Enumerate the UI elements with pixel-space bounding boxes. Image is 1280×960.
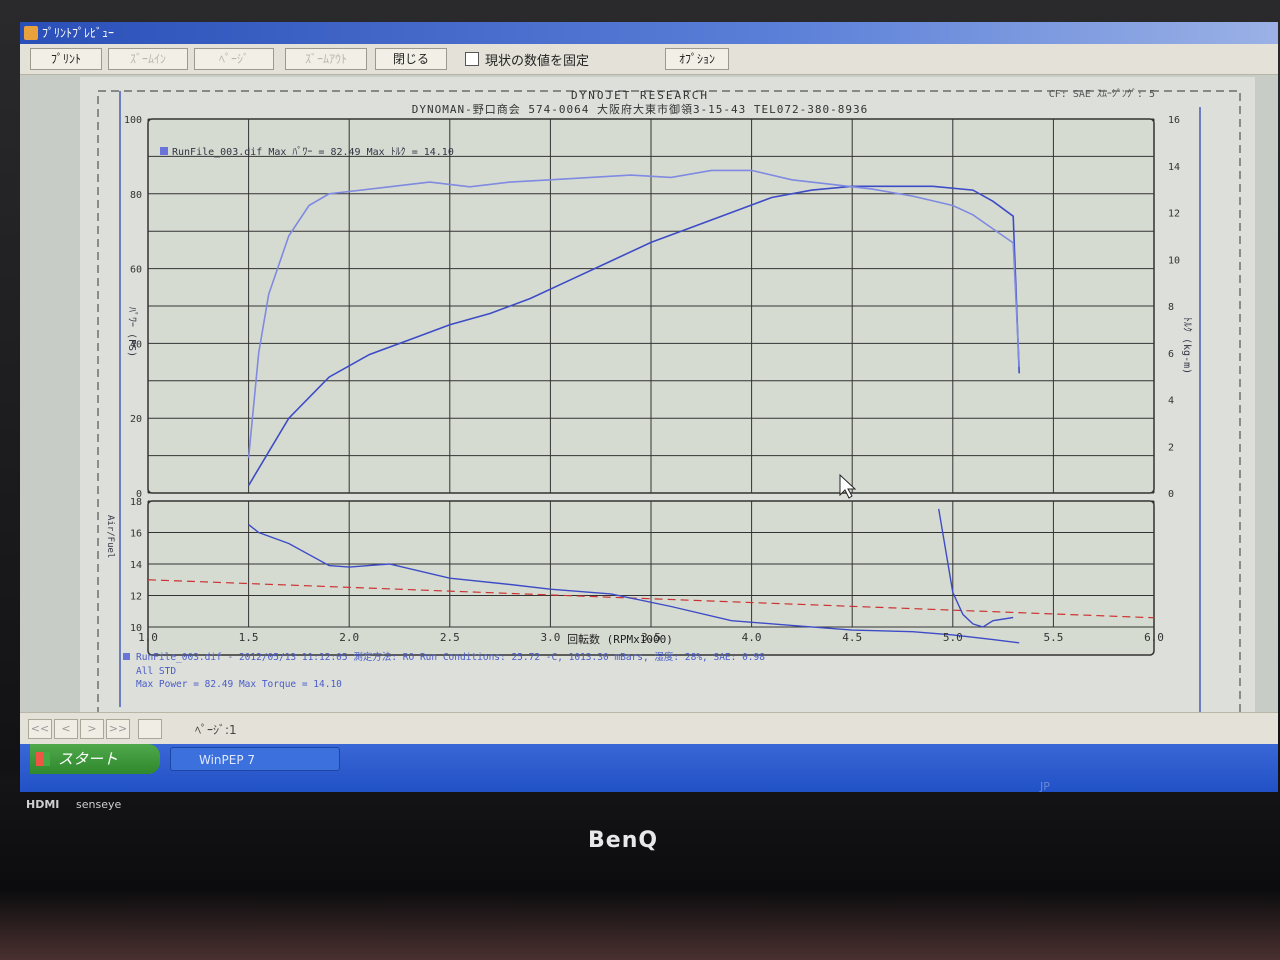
torque-tick-label: 12 xyxy=(1168,209,1180,220)
print-preview-area: DYNOJET RESEARCH DYNOMAN-野口商会 574-0064 大… xyxy=(20,75,1278,767)
rpm-tick-label: 2.5 xyxy=(440,631,460,644)
torque-tick-label: 14 xyxy=(1168,162,1180,173)
system-tray: JP xyxy=(1040,780,1050,793)
last-page-button[interactable]: >> xyxy=(106,719,130,739)
rpm-tick-label: 6.0 xyxy=(1144,631,1164,644)
screen: ﾌﾟﾘﾝﾄﾌﾟﾚﾋﾞｭｰ ﾌﾟﾘﾝﾄ ｽﾞｰﾑｲﾝ ﾍﾟｰｼﾞ ｽﾞｰﾑｱｳﾄ … xyxy=(20,22,1278,792)
torque-tick-label: 6 xyxy=(1168,349,1174,360)
rpm-tick-label: 5.0 xyxy=(943,631,963,644)
next-page-button[interactable]: > xyxy=(80,719,104,739)
start-button[interactable]: スタート xyxy=(30,744,160,774)
rpm-tick-label: 3.0 xyxy=(540,631,560,644)
power-tick-label: 60 xyxy=(130,265,142,276)
taskbar-item-winpep[interactable]: WinPEP 7 xyxy=(170,747,340,771)
torque-axis-label: ﾄﾙｸ (kg-m) xyxy=(1181,317,1193,374)
afr-tick-label: 18 xyxy=(130,497,142,508)
report-header-2: DYNOMAN-野口商会 574-0064 大阪府大東市御領3-15-43 TE… xyxy=(412,102,869,116)
windows-flag-icon xyxy=(36,752,50,766)
report-header-1: DYNOJET RESEARCH xyxy=(571,89,709,102)
print-button[interactable]: ﾌﾟﾘﾝﾄ xyxy=(30,48,102,70)
rpm-tick-label: 1.5 xyxy=(239,631,259,644)
pager-bar: << < > >> ﾍﾟｰｼﾞ:1 xyxy=(20,712,1278,745)
power-tick-label: 80 xyxy=(130,190,142,201)
senseye-logo: senseye xyxy=(76,798,122,811)
hdmi-logo: HDMI xyxy=(26,798,60,811)
afr-tick-label: 16 xyxy=(130,529,142,540)
page-button[interactable]: ﾍﾟｰｼﾞ xyxy=(194,48,274,70)
torque-tick-label: 2 xyxy=(1168,442,1174,453)
power-tick-label: 100 xyxy=(124,115,142,126)
rpm-axis-label: 回転数 (RPMx1000) xyxy=(567,633,673,646)
afr-axis-ticks: 1012141618 xyxy=(130,497,142,634)
zoom-out-button[interactable]: ｽﾞｰﾑｱｳﾄ xyxy=(285,48,367,70)
torque-tick-label: 16 xyxy=(1168,115,1180,126)
zoom-in-button[interactable]: ｽﾞｰﾑｲﾝ xyxy=(108,48,188,70)
fix-values-checkbox[interactable] xyxy=(465,52,479,66)
power-tick-label: 20 xyxy=(130,414,142,425)
footer-line-2: All STD xyxy=(136,666,176,677)
afr-axis-label: Air/Fuel xyxy=(105,515,115,558)
brand-logo: BenQ xyxy=(588,828,659,853)
start-label: スタート xyxy=(58,750,119,768)
afr-tick-label: 12 xyxy=(130,592,142,603)
option-button[interactable]: ｵﾌﾟｼｮﾝ xyxy=(665,48,729,70)
footer-line-3: Max Power = 82.49 Max Torque = 14.10 xyxy=(136,679,342,690)
first-page-button[interactable]: << xyxy=(28,719,52,739)
rpm-tick-label: 5.5 xyxy=(1043,631,1063,644)
afr-tick-label: 14 xyxy=(130,560,142,571)
title-bar: ﾌﾟﾘﾝﾄﾌﾟﾚﾋﾞｭｰ xyxy=(20,22,1278,44)
rpm-tick-label: 4.5 xyxy=(842,631,862,644)
torque-tick-label: 8 xyxy=(1168,302,1174,313)
chart-legend: RunFile_003.dif Max ﾊﾟﾜｰ = 82.49 Max ﾄﾙｸ… xyxy=(172,146,454,158)
footer-line-1: RunFile_003.dif - 2012/05/13 11:12:05 測定… xyxy=(136,651,765,663)
close-button[interactable]: 閉じる xyxy=(375,48,447,70)
window-title: ﾌﾟﾘﾝﾄﾌﾟﾚﾋﾞｭｰ xyxy=(42,26,115,40)
fix-values-label: 現状の数値を固定 xyxy=(485,54,590,69)
report-page: DYNOJET RESEARCH DYNOMAN-野口商会 574-0064 大… xyxy=(80,77,1255,767)
footer-swatch xyxy=(123,653,130,660)
report-corner: CF: SAE ｽﾑｰｼﾞﾝｸﾞ: 5 xyxy=(1049,88,1155,100)
dyno-chart: DYNOJET RESEARCH DYNOMAN-野口商会 574-0064 大… xyxy=(97,88,1241,757)
torque-tick-label: 10 xyxy=(1168,255,1180,266)
rpm-tick-label: 2.0 xyxy=(339,631,359,644)
torque-axis-ticks: 0 2 4 6 8 10 12 14 16 xyxy=(1168,115,1180,500)
toolbar: ﾌﾟﾘﾝﾄ ｽﾞｰﾑｲﾝ ﾍﾟｰｼﾞ ｽﾞｰﾑｱｳﾄ 閉じる 現状の数値を固定 … xyxy=(20,44,1278,75)
legend-swatch xyxy=(160,147,168,155)
monitor-bottom-bezel xyxy=(0,785,1280,960)
power-axis-label: ﾊﾟﾜｰ (PS) xyxy=(126,307,138,357)
language-indicator[interactable]: JP xyxy=(1040,780,1050,793)
rpm-tick-label: 1.0 xyxy=(138,631,158,644)
prev-page-button[interactable]: < xyxy=(54,719,78,739)
app-icon xyxy=(24,26,38,40)
torque-tick-label: 0 xyxy=(1168,489,1174,500)
page-number: ﾍﾟｰｼﾞ:1 xyxy=(195,723,237,737)
page-jump-icon[interactable] xyxy=(138,719,162,739)
taskbar: スタート WinPEP 7 xyxy=(20,744,1278,792)
torque-tick-label: 4 xyxy=(1168,396,1174,407)
rpm-tick-label: 4.0 xyxy=(742,631,762,644)
